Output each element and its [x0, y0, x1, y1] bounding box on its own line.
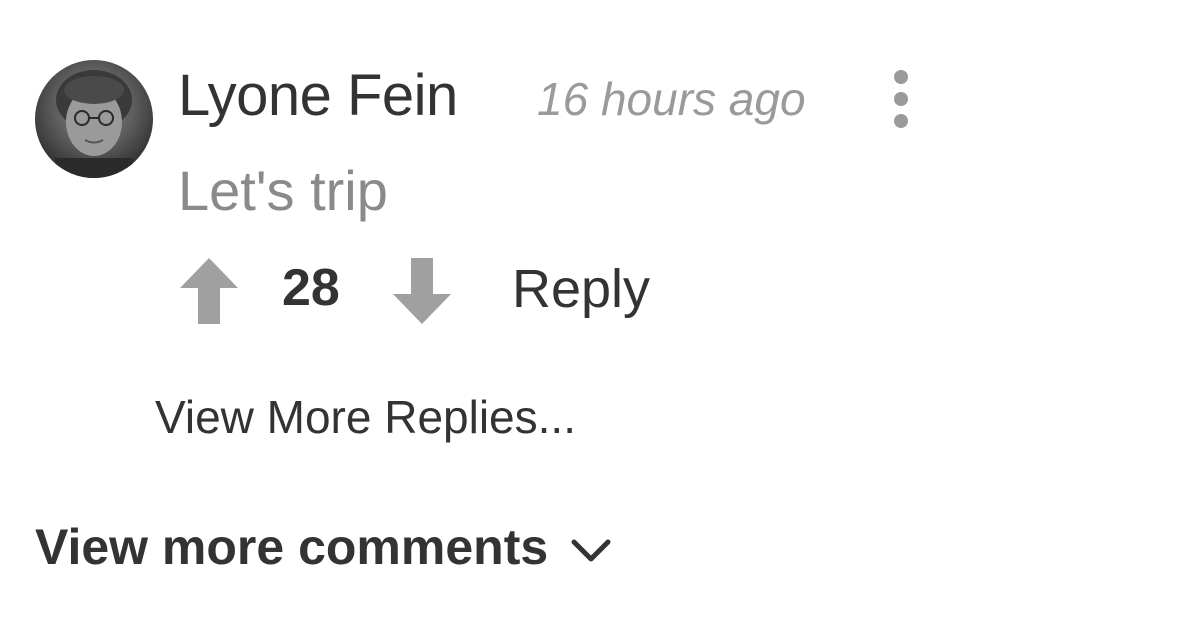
- more-vertical-icon[interactable]: [886, 68, 916, 130]
- view-more-comments-button[interactable]: View more comments: [35, 518, 612, 576]
- view-more-replies-link[interactable]: View More Replies...: [155, 390, 576, 444]
- downvote-button[interactable]: [393, 258, 451, 324]
- reply-button[interactable]: Reply: [512, 258, 650, 320]
- user-avatar-icon: [55, 70, 133, 178]
- chevron-down-icon: [570, 518, 612, 576]
- comment-timestamp: 16 hours ago: [537, 73, 806, 125]
- avatar[interactable]: [35, 60, 153, 178]
- arrow-down-icon: [393, 258, 451, 324]
- upvote-button[interactable]: [180, 258, 238, 324]
- comment-text: Let's trip: [178, 159, 388, 222]
- comment-author[interactable]: Lyone Fein: [178, 62, 458, 129]
- vote-count: 28: [282, 259, 340, 317]
- view-more-comments-label: View more comments: [35, 519, 549, 575]
- arrow-up-icon: [180, 258, 238, 324]
